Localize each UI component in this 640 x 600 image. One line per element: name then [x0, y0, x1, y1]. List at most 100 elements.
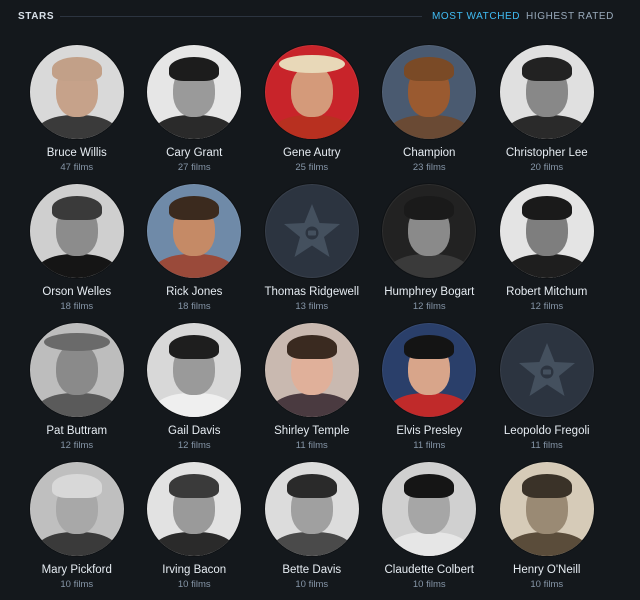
avatar-hair	[286, 474, 337, 498]
star-name[interactable]: Bruce Willis	[47, 147, 107, 159]
film-count: 13 films	[295, 301, 329, 312]
star-avatar[interactable]	[381, 461, 478, 557]
avatar-hair	[404, 335, 455, 359]
star-name[interactable]: Bette Davis	[282, 564, 341, 576]
placeholder-avatar[interactable]	[263, 183, 360, 279]
avatar-shoulders	[388, 115, 471, 139]
star-name[interactable]: Cary Grant	[166, 147, 222, 159]
star-card[interactable]: Orson Welles 18 films	[18, 183, 136, 322]
film-count: 23 films	[412, 162, 446, 173]
star-name[interactable]: Irving Bacon	[162, 564, 226, 576]
stars-header: STARS MOST WATCHED HIGHEST RATED	[0, 0, 640, 34]
avatar-hair	[169, 335, 220, 359]
star-name[interactable]: Leopoldo Fregoli	[504, 425, 590, 437]
avatar-shoulders	[35, 393, 118, 417]
avatar-hair	[51, 474, 102, 498]
star-avatar[interactable]	[498, 183, 595, 279]
film-count: 10 films	[412, 579, 446, 590]
stars-grid: Bruce Willis 47 films Cary Grant 27 films Ge…	[18, 44, 618, 600]
star-name[interactable]: Claudette Colbert	[385, 564, 475, 576]
star-name[interactable]: Elvis Presley	[396, 425, 462, 437]
avatar-shoulders	[153, 254, 236, 278]
star-card[interactable]: Pat Buttram 12 films	[18, 322, 136, 461]
avatar-hair	[169, 57, 220, 81]
star-name[interactable]: Gene Autry	[283, 147, 341, 159]
star-name[interactable]: Thomas Ridgewell	[264, 286, 359, 298]
star-card[interactable]: Gail Davis 12 films	[136, 322, 254, 461]
film-count: 27 films	[177, 162, 211, 173]
star-card[interactable]: Thomas Ridgewell 13 films	[253, 183, 371, 322]
star-card[interactable]: Claudette Colbert 10 films	[371, 461, 489, 600]
star-name[interactable]: Humphrey Bogart	[384, 286, 474, 298]
avatar-shoulders	[505, 532, 588, 556]
star-card[interactable]: Bruce Willis 47 films	[18, 44, 136, 183]
star-name[interactable]: Shirley Temple	[274, 425, 349, 437]
star-name[interactable]: Robert Mitchum	[506, 286, 587, 298]
avatar-shoulders	[35, 115, 118, 139]
star-avatar[interactable]	[381, 183, 478, 279]
star-card[interactable]: Humphrey Bogart 12 films	[371, 183, 489, 322]
avatar-shoulders	[153, 532, 236, 556]
star-placeholder-icon	[283, 204, 340, 257]
star-avatar[interactable]	[381, 44, 478, 140]
avatar-shoulders	[153, 393, 236, 417]
film-count: 11 films	[413, 440, 446, 451]
star-placeholder-icon	[518, 343, 575, 396]
star-name[interactable]: Gail Davis	[168, 425, 220, 437]
star-name[interactable]: Rick Jones	[166, 286, 222, 298]
star-avatar[interactable]	[146, 183, 243, 279]
star-card[interactable]: Cary Grant 27 films	[136, 44, 254, 183]
avatar-hair	[404, 196, 455, 220]
star-card[interactable]: Henry O'Neill 10 films	[488, 461, 606, 600]
star-name[interactable]: Pat Buttram	[46, 425, 107, 437]
star-card[interactable]: Irving Bacon 10 films	[136, 461, 254, 600]
header-divider	[60, 16, 422, 17]
star-name[interactable]: Henry O'Neill	[513, 564, 580, 576]
star-name[interactable]: Orson Welles	[42, 286, 111, 298]
avatar-shoulders	[270, 393, 353, 417]
star-avatar[interactable]	[263, 461, 360, 557]
tab-highest-rated[interactable]: HIGHEST RATED	[526, 11, 614, 22]
avatar-hair	[404, 57, 455, 81]
star-name[interactable]: Christopher Lee	[506, 147, 588, 159]
star-avatar[interactable]	[381, 322, 478, 418]
star-card[interactable]: Champion 23 films	[371, 44, 489, 183]
star-card[interactable]: Mary Pickford 10 films	[18, 461, 136, 600]
star-avatar[interactable]	[28, 322, 125, 418]
placeholder-avatar[interactable]	[498, 322, 595, 418]
film-count: 12 films	[60, 440, 94, 451]
avatar-hair	[51, 57, 102, 81]
star-card[interactable]: Shirley Temple 11 films	[253, 322, 371, 461]
star-avatar[interactable]	[498, 461, 595, 557]
star-avatar[interactable]	[28, 44, 125, 140]
avatar-shoulders	[505, 254, 588, 278]
avatar-shoulders	[153, 115, 236, 139]
star-name[interactable]: Mary Pickford	[42, 564, 112, 576]
avatar-hair	[521, 474, 572, 498]
star-avatar[interactable]	[28, 461, 125, 557]
star-card[interactable]: Rick Jones 18 films	[136, 183, 254, 322]
star-card[interactable]: Christopher Lee 20 films	[488, 44, 606, 183]
avatar-shoulders	[35, 254, 118, 278]
tab-most-watched[interactable]: MOST WATCHED	[432, 11, 520, 22]
film-count: 11 films	[295, 440, 328, 451]
film-count: 18 films	[60, 301, 94, 312]
star-card[interactable]: Gene Autry 25 films	[253, 44, 371, 183]
film-count: 12 films	[530, 301, 564, 312]
star-avatar[interactable]	[263, 322, 360, 418]
star-name[interactable]: Champion	[403, 147, 455, 159]
star-avatar[interactable]	[146, 322, 243, 418]
star-card[interactable]: Leopoldo Fregoli 11 films	[488, 322, 606, 461]
star-card[interactable]: Robert Mitchum 12 films	[488, 183, 606, 322]
star-card[interactable]: Elvis Presley 11 films	[371, 322, 489, 461]
avatar-hat	[43, 333, 110, 351]
avatar-hair	[286, 335, 337, 359]
star-avatar[interactable]	[28, 183, 125, 279]
star-avatar[interactable]	[146, 461, 243, 557]
star-card[interactable]: Bette Davis 10 films	[253, 461, 371, 600]
avatar-shoulders	[388, 393, 471, 417]
star-avatar[interactable]	[146, 44, 243, 140]
star-avatar[interactable]	[498, 44, 595, 140]
avatar-shoulders	[505, 115, 588, 139]
star-avatar[interactable]	[263, 44, 360, 140]
